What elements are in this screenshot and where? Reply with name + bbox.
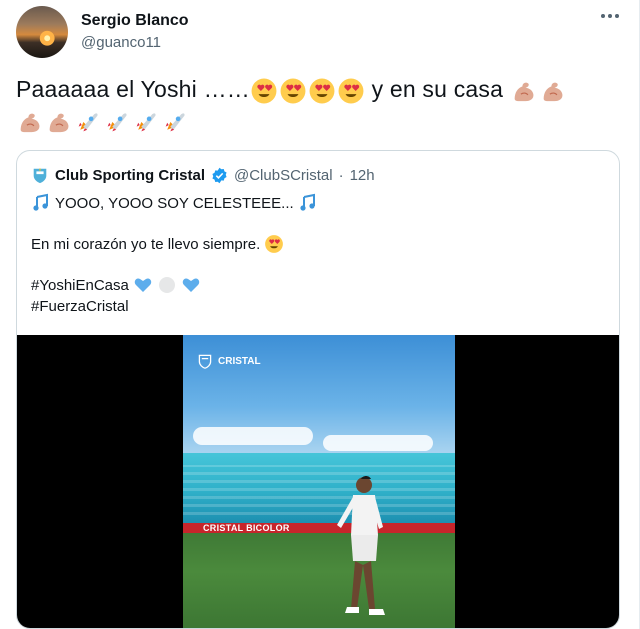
banner-text: CRISTAL BICOLOR bbox=[203, 523, 290, 533]
biceps-emoji-group bbox=[510, 77, 567, 105]
blue-heart-icon bbox=[134, 278, 152, 292]
tweet-card[interactable]: Sergio Blanco @guanco11 Paaaaaa el Yoshi… bbox=[0, 0, 640, 629]
flexed-biceps-icon bbox=[543, 82, 563, 102]
tweet-text: Paaaaaa el Yoshi …… y en su casa bbox=[16, 74, 620, 136]
author-name[interactable]: Sergio Blanco bbox=[81, 12, 189, 30]
cloud bbox=[193, 427, 313, 445]
author-handle[interactable]: @guanco11 bbox=[81, 34, 161, 51]
author-avatar[interactable] bbox=[16, 6, 68, 58]
player-figure bbox=[337, 476, 385, 615]
flexed-biceps-icon bbox=[20, 113, 40, 133]
heart-eyes-emoji-icon bbox=[251, 78, 277, 104]
flexed-biceps-icon bbox=[49, 113, 69, 133]
stadium-seat-rows bbox=[183, 465, 455, 515]
quoted-text-line1: YOOO, YOOO SOY CELESTEEE... bbox=[55, 194, 294, 212]
quoted-line-4: #FuerzaCristal bbox=[31, 298, 129, 315]
quoted-tweet[interactable]: Club Sporting Cristal @ClubSCristal · 12… bbox=[16, 150, 620, 629]
separator-dot: · bbox=[338, 166, 344, 184]
more-options-icon[interactable] bbox=[601, 14, 619, 20]
football-pitch bbox=[183, 533, 455, 628]
video-watermark: CRISTAL bbox=[197, 353, 261, 369]
heart-eyes-emoji-icon bbox=[265, 235, 284, 253]
quoted-line-3: #YoshiEnCasa bbox=[31, 275, 201, 295]
tweet-text-after: y en su casa bbox=[371, 76, 504, 102]
rocket-icon bbox=[136, 113, 156, 132]
second-line-emoji-group bbox=[16, 108, 189, 136]
quoted-timestamp[interactable]: 12h bbox=[350, 167, 375, 184]
verified-badge-icon bbox=[212, 167, 227, 183]
video-frame: CRISTAL BICOLOR CRISTAL bbox=[183, 335, 455, 628]
hashtag-fuerza-cristal[interactable]: #FuerzaCristal bbox=[31, 298, 129, 315]
watermark-text: CRISTAL bbox=[218, 355, 261, 367]
heart-eyes-emoji-icon bbox=[280, 78, 306, 104]
quoted-line-1: YOOO, YOOO SOY CELESTEEE... bbox=[31, 193, 318, 213]
flexed-biceps-icon bbox=[514, 82, 534, 102]
sporting-cristal-logo-icon[interactable] bbox=[31, 166, 49, 184]
quoted-line-2: En mi corazón yo te llevo siempre. bbox=[31, 234, 284, 254]
musical-notes-icon bbox=[33, 193, 48, 211]
quoted-author-name[interactable]: Club Sporting Cristal bbox=[55, 167, 205, 184]
quoted-tweet-header: Club Sporting Cristal @ClubSCristal · 12… bbox=[31, 166, 375, 184]
rocket-icon bbox=[165, 113, 185, 132]
hashtag-yoshi-en-casa[interactable]: #YoshiEnCasa bbox=[31, 277, 129, 294]
cloud bbox=[323, 435, 433, 451]
white-circle-icon bbox=[158, 277, 175, 293]
rocket-icon bbox=[78, 113, 98, 132]
blue-heart-icon bbox=[182, 278, 200, 292]
heart-eyes-emoji-icon bbox=[309, 78, 335, 104]
musical-notes-icon bbox=[300, 193, 315, 211]
quoted-author-handle[interactable]: @ClubSCristal bbox=[234, 167, 333, 184]
quoted-text-line2: En mi corazón yo te llevo siempre. bbox=[31, 235, 261, 253]
heart-eyes-emoji-icon bbox=[338, 78, 364, 104]
cristal-watermark-logo-icon bbox=[198, 354, 212, 369]
heart-eyes-emoji-group bbox=[250, 77, 365, 105]
quoted-video[interactable]: CRISTAL BICOLOR CRISTAL bbox=[17, 335, 619, 628]
rocket-icon bbox=[107, 113, 127, 132]
tweet-text-main: Paaaaaa el Yoshi …… bbox=[16, 76, 250, 102]
